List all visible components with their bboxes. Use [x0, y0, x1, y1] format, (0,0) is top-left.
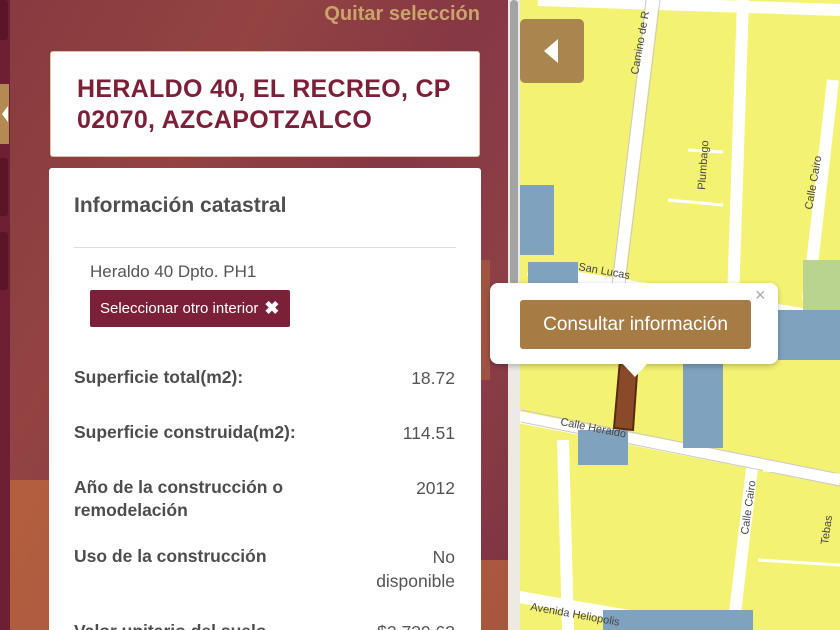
divider	[74, 247, 456, 248]
clear-selection-link[interactable]: Quitar selección	[324, 3, 480, 26]
consult-info-button[interactable]: Consultar información	[520, 300, 751, 349]
address-title: HERALDO 40, EL RECREO, CP 02070, AZCAPOT…	[77, 75, 451, 134]
caret-left-icon	[544, 39, 558, 63]
row-label: Superficie total(m2):	[74, 367, 244, 387]
unit-label: Heraldo 40 Dpto. PH1	[90, 262, 257, 281]
select-other-label: Seleccionar otro interior	[100, 300, 259, 317]
info-title: Información catastral	[74, 194, 287, 217]
row-label: Uso de la construcción	[74, 546, 267, 566]
info-row: Valor unitario del suelo $2,730.63	[74, 620, 455, 630]
row-value: 18.72	[411, 368, 455, 388]
address-card: HERALDO 40, EL RECREO, CP 02070, AZCAPOT…	[50, 51, 480, 157]
street-label: Calle Cairo	[739, 480, 758, 536]
left-rail	[0, 0, 10, 630]
scrollbar-thumb[interactable]	[510, 0, 518, 285]
info-row: Superficie construida(m2): 114.51	[74, 421, 455, 445]
row-label: Año de la construcción o remodelación	[74, 477, 284, 520]
cadastral-info-card: Información catastral Heraldo 40 Dpto. P…	[49, 168, 481, 630]
row-value: 2012	[416, 478, 455, 498]
popup-tail	[621, 362, 649, 377]
popup-close-icon[interactable]: ×	[755, 285, 766, 306]
row-label: Superficie construida(m2):	[74, 422, 296, 442]
row-value: 114.51	[402, 423, 455, 443]
info-row: Superficie total(m2): 18.72	[74, 366, 455, 390]
select-other-interior-button[interactable]: Seleccionar otro interior ✖	[90, 290, 290, 327]
rail-active-tab[interactable]	[0, 84, 9, 144]
rail-button[interactable]	[0, 158, 8, 216]
info-row: Uso de la construcción No disponible	[74, 545, 455, 593]
rail-button[interactable]	[0, 232, 8, 290]
caret-left-icon	[2, 106, 8, 122]
close-icon: ✖	[264, 298, 280, 318]
row-label: Valor unitario del suelo	[74, 620, 267, 630]
street-label: Plumbago	[696, 140, 711, 190]
rail-button[interactable]	[0, 0, 8, 40]
info-row: Año de la construcción o remodelación 20…	[74, 476, 455, 522]
collapse-panel-button[interactable]	[520, 19, 584, 83]
row-value: No disponible	[376, 547, 455, 591]
street-label: Tebas	[819, 514, 835, 545]
row-value: $2,730.63	[377, 620, 455, 630]
